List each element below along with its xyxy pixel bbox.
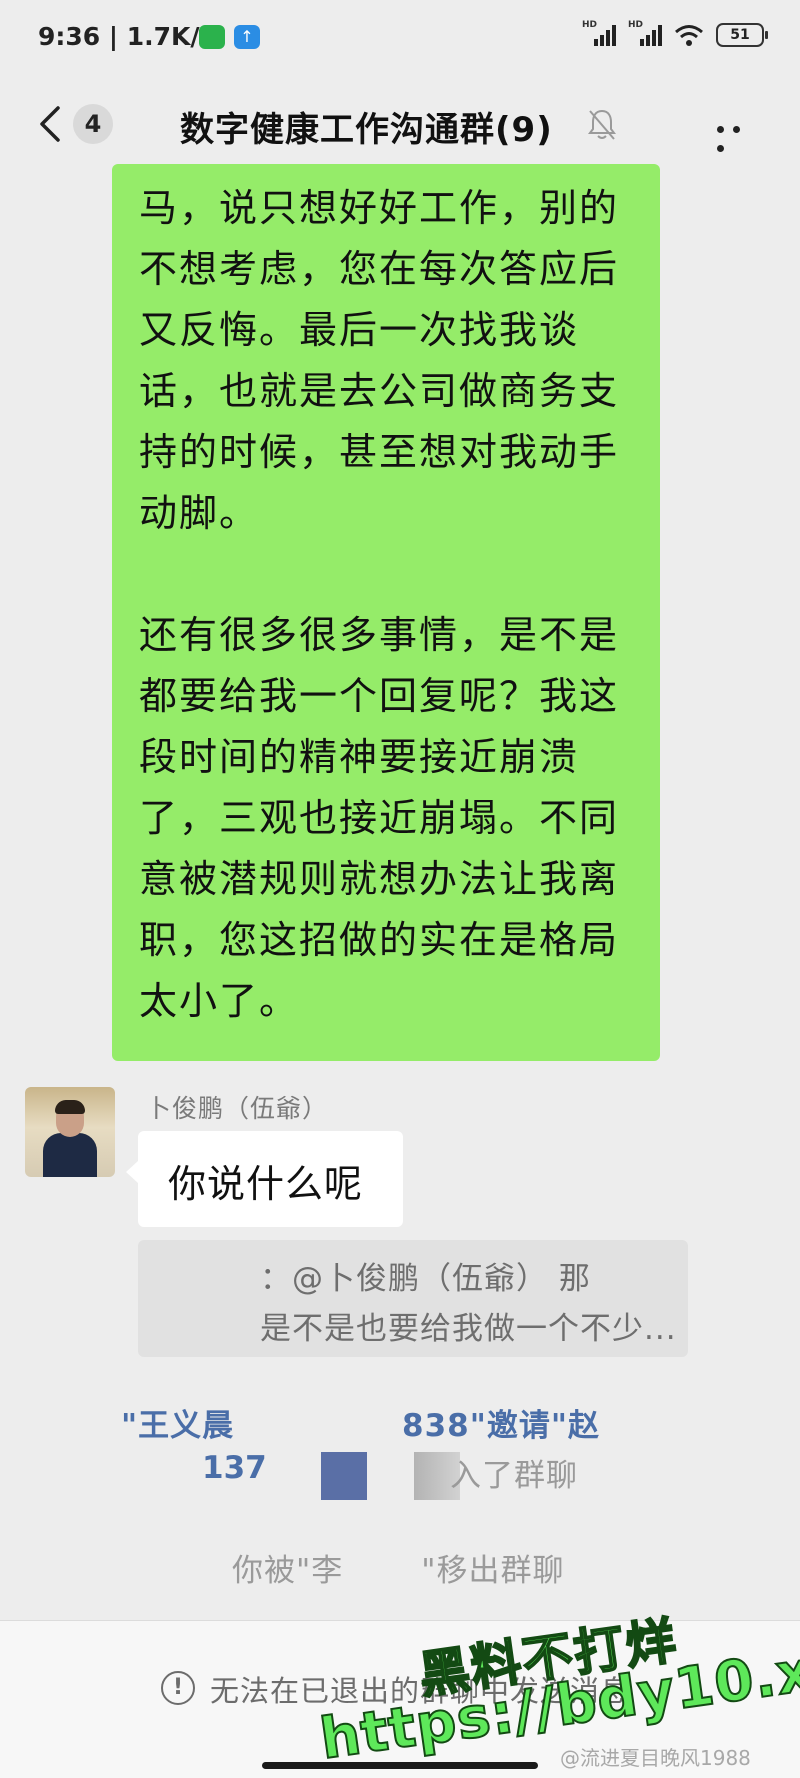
status-indicators: HD HD 51 [582,20,768,50]
message-line: 了，三观也接近崩塌。不同 [139,796,620,840]
sent-message-bubble[interactable]: 马，说只想好好工作，别的 不想考虑，您在每次答应后 又反悔。最后一次找我谈 话，… [112,164,660,1061]
message-line: 职，您这招做的实在是格局 [139,918,620,962]
wechat-icon [199,25,225,49]
home-indicator[interactable] [262,1762,538,1769]
chat-header: 4 数字健康工作沟通群(9) [0,80,800,168]
signal-icon: HD [628,20,662,46]
system-notice-invite: "王义晨 [121,1408,235,1444]
battery-icon: 51 [716,23,768,47]
message-line: 意被潜规则就想办法让我离 [139,857,620,901]
received-message-text: 你说什么呢 [168,1162,364,1206]
message-line: 又反悔。最后一次找我谈 [139,308,580,352]
chat-title: 数字健康工作沟通群(9) [180,110,553,150]
wifi-icon [675,25,703,46]
system-notice-invite: 838"邀请"赵 [402,1408,601,1444]
message-line: 不想考虑，您在每次答应后 [139,247,620,291]
message-line: 还有很多很多事情，是不是 [139,613,620,657]
sender-avatar[interactable] [25,1087,115,1177]
quoted-reply[interactable]: ：@卜俊鹏（伍爺） 那 是不是也要给我做一个不少... [138,1240,688,1357]
unread-count-badge[interactable]: 4 [73,104,113,144]
signal-icon: HD [582,20,616,46]
upload-icon: ↑ [234,25,260,49]
message-line: 动脚。 [139,491,260,535]
message-line: 持的时候，甚至想对我动手 [139,430,620,474]
back-chevron-icon[interactable] [34,104,68,144]
warning-icon: ! [161,1671,195,1705]
system-notice-invite: 入了群聊 [450,1458,578,1494]
message-line: 太小了。 [139,979,300,1023]
quote-line: 是不是也要给我做一个不少... [260,1311,677,1347]
system-notice-invite: 137 [202,1450,267,1486]
message-line: 话，也就是去公司做商务支 [139,369,620,413]
status-bar: 9:36 | 1.7K/s ↑ HD HD 51 [0,0,800,80]
sender-name: 卜俊鹏（伍爺） [146,1094,329,1123]
mute-bell-icon [588,109,616,140]
message-line: 段时间的精神要接近崩溃 [139,735,580,779]
received-message-bubble[interactable]: 你说什么呢 [126,1131,403,1227]
message-line: 马，说只想好好工作，别的 [139,186,620,230]
message-line: 都要给我一个回复呢？我这 [139,674,620,718]
quote-line: ：@卜俊鹏（伍爺） 那 [260,1261,591,1297]
status-time-and-speed: 9:36 | 1.7K/s [38,22,215,51]
redaction-block [321,1452,367,1500]
more-icon[interactable] [717,118,761,152]
weibo-credit: @流进夏目晚风1988 [560,1746,751,1770]
system-notice-removed: 你被"李 "移出群聊 [232,1553,565,1589]
